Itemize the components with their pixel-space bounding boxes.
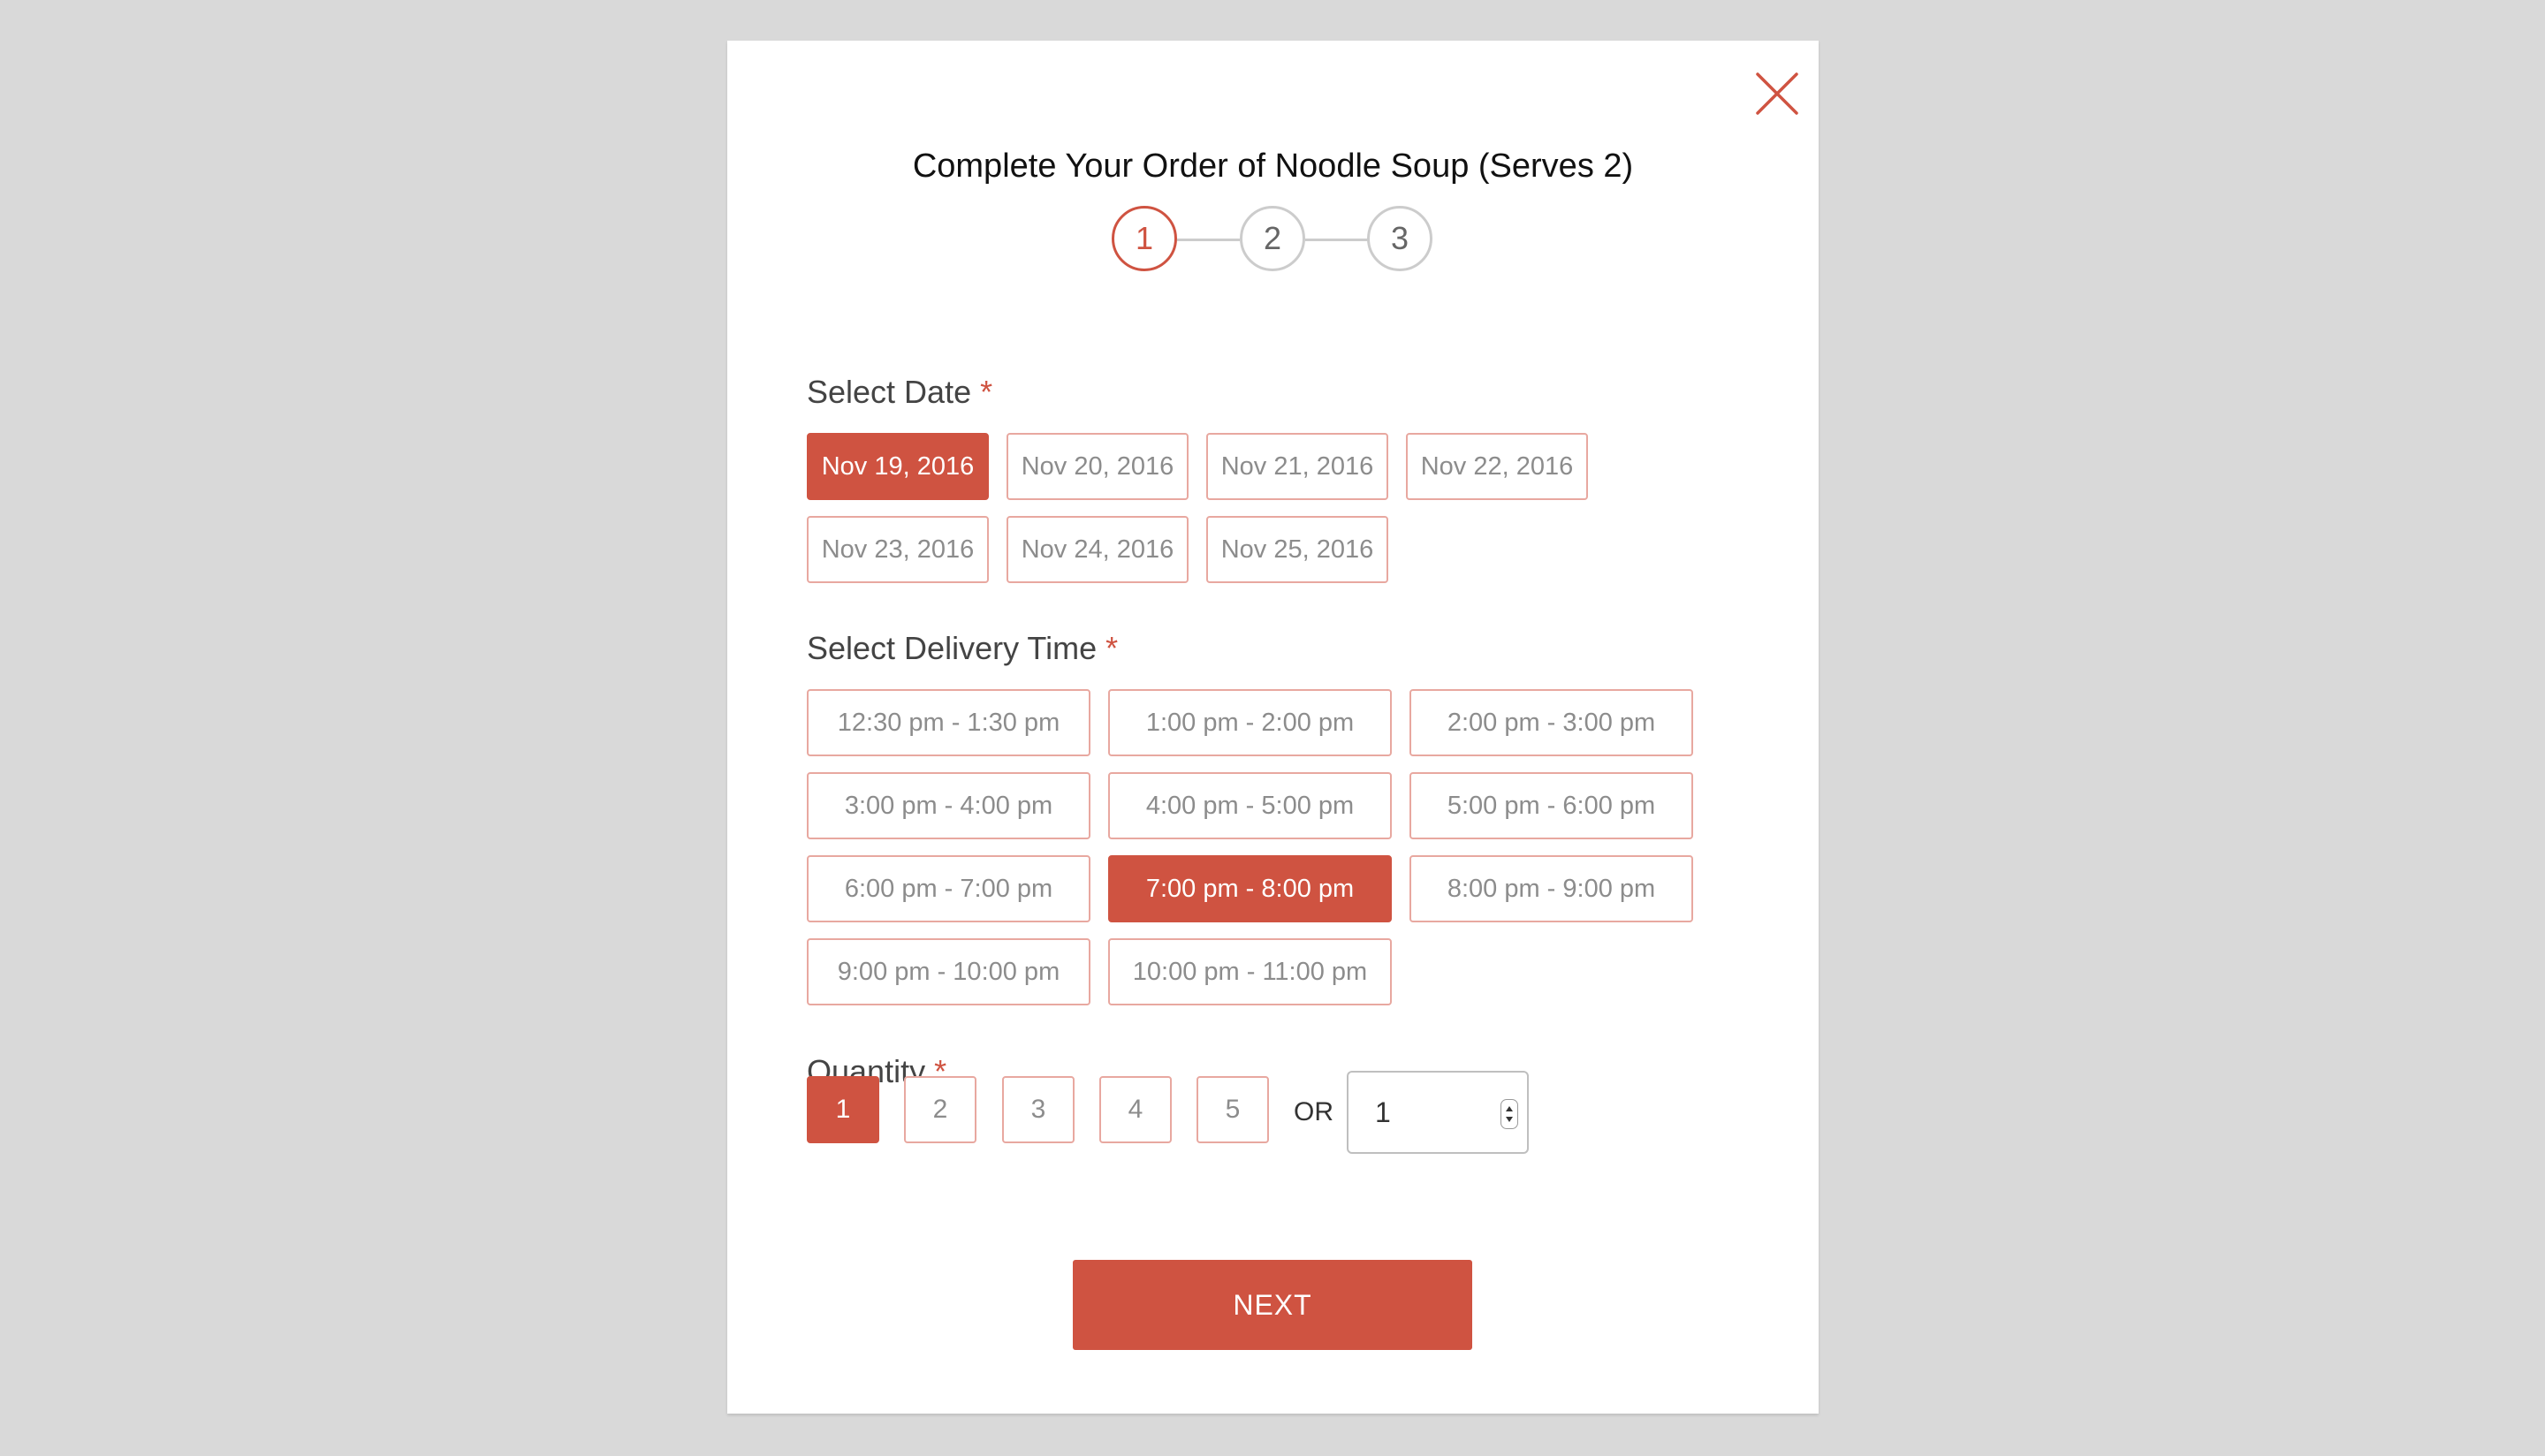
time-option-500-600[interactable]: 5:00 pm - 6:00 pm [1409, 772, 1693, 839]
required-mark: * [980, 374, 993, 410]
step-3: 3 [1367, 206, 1432, 271]
date-option-nov-25[interactable]: Nov 25, 2016 [1206, 516, 1388, 583]
time-option-400-500[interactable]: 4:00 pm - 5:00 pm [1108, 772, 1392, 839]
required-mark: * [1105, 630, 1119, 666]
step-connector [1305, 239, 1368, 241]
date-option-nov-24[interactable]: Nov 24, 2016 [1007, 516, 1189, 583]
time-option-700-800[interactable]: 7:00 pm - 8:00 pm [1108, 855, 1392, 922]
date-option-nov-20[interactable]: Nov 20, 2016 [1007, 433, 1189, 500]
spin-up-icon[interactable] [1506, 1106, 1513, 1111]
select-delivery-time-label: Select Delivery Time * [807, 626, 1118, 671]
close-button[interactable] [1752, 69, 1802, 118]
select-date-label-text: Select Date [807, 374, 972, 410]
quantity-option-3[interactable]: 3 [1002, 1076, 1075, 1143]
next-button[interactable]: NEXT [1073, 1260, 1472, 1350]
time-option-1000-1100[interactable]: 10:00 pm - 11:00 pm [1108, 938, 1392, 1005]
step-1: 1 [1112, 206, 1177, 271]
quantity-option-1[interactable]: 1 [807, 1076, 879, 1143]
date-option-nov-22[interactable]: Nov 22, 2016 [1406, 433, 1588, 500]
select-date-label: Select Date * [807, 370, 992, 414]
quantity-stepper[interactable]: 1 [1347, 1071, 1529, 1154]
date-option-nov-19[interactable]: Nov 19, 2016 [807, 433, 989, 500]
order-modal: Complete Your Order of Noodle Soup (Serv… [727, 41, 1819, 1414]
step-connector [1177, 239, 1240, 241]
quantity-input-value[interactable]: 1 [1375, 1073, 1391, 1152]
time-option-800-900[interactable]: 8:00 pm - 9:00 pm [1409, 855, 1693, 922]
modal-title: Complete Your Order of Noodle Soup (Serv… [912, 148, 1634, 185]
select-delivery-time-label-text: Select Delivery Time [807, 630, 1098, 666]
spin-down-icon[interactable] [1506, 1117, 1513, 1122]
step-2: 2 [1240, 206, 1305, 271]
time-option-600-700[interactable]: 6:00 pm - 7:00 pm [807, 855, 1090, 922]
time-option-200-300[interactable]: 2:00 pm - 3:00 pm [1409, 689, 1693, 756]
time-option-1230-130[interactable]: 12:30 pm - 1:30 pm [807, 689, 1090, 756]
step-indicator: 1 2 3 [1112, 204, 1465, 275]
spinner-control[interactable] [1500, 1099, 1518, 1129]
time-option-300-400[interactable]: 3:00 pm - 4:00 pm [807, 772, 1090, 839]
time-option-900-1000[interactable]: 9:00 pm - 10:00 pm [807, 938, 1090, 1005]
quantity-option-4[interactable]: 4 [1099, 1076, 1172, 1143]
close-icon [1756, 72, 1798, 115]
quantity-option-2[interactable]: 2 [904, 1076, 976, 1143]
date-option-nov-21[interactable]: Nov 21, 2016 [1206, 433, 1388, 500]
time-option-100-200[interactable]: 1:00 pm - 2:00 pm [1108, 689, 1392, 756]
or-label: OR [1294, 1097, 1333, 1126]
quantity-option-5[interactable]: 5 [1197, 1076, 1269, 1143]
date-option-nov-23[interactable]: Nov 23, 2016 [807, 516, 989, 583]
